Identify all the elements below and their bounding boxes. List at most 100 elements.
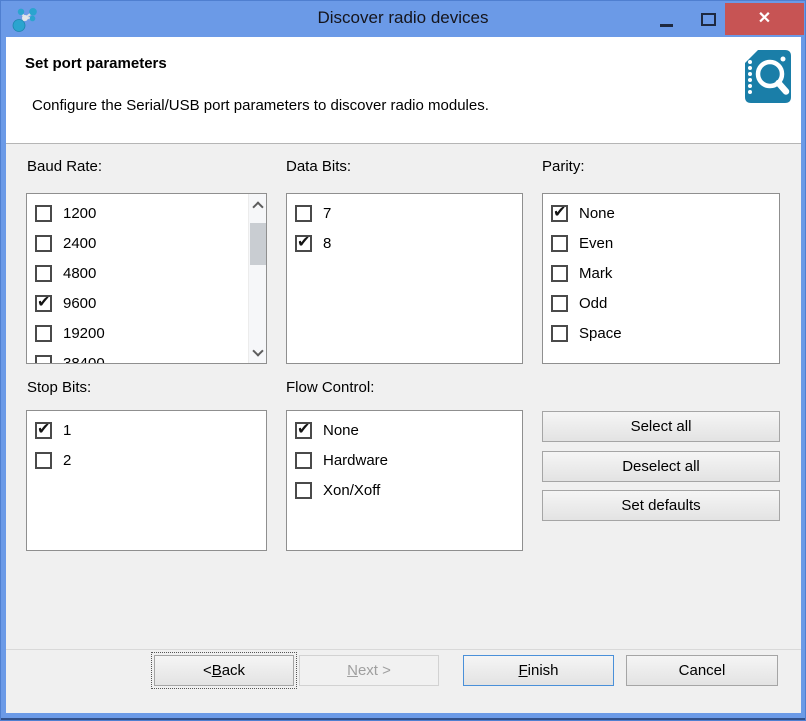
baud-rate-option-9600[interactable]: ✔ 9600 — [27, 288, 249, 318]
set-defaults-button[interactable]: Set defaults — [542, 490, 780, 521]
option-label: 2400 — [63, 235, 96, 252]
next-button[interactable]: Next > — [299, 655, 439, 686]
checkbox[interactable] — [551, 265, 568, 282]
option-label: 2 — [63, 452, 71, 469]
port-parameters-panel: Baud Rate: 1200 2400 4800 — [6, 144, 801, 649]
stop-bits-items: ✔ 1 2 — [27, 411, 266, 475]
checkbox[interactable]: ✔ — [35, 422, 52, 439]
page-title: Set port parameters — [25, 55, 167, 72]
discover-radio-devices-window: Discover radio devices ✕ Set port parame… — [0, 0, 806, 721]
checkbox[interactable] — [551, 295, 568, 312]
option-label: Mark — [579, 265, 612, 282]
baud-rate-option-2400[interactable]: 2400 — [27, 228, 249, 258]
option-label: 1 — [63, 422, 71, 439]
flow-control-option-none[interactable]: ✔ None — [287, 415, 522, 445]
flow-control-option-xonxoff[interactable]: Xon/Xoff — [287, 475, 522, 505]
checkbox[interactable] — [35, 205, 52, 222]
scroll-down-button[interactable] — [249, 344, 266, 361]
option-label: 1200 — [63, 205, 96, 222]
baud-rate-option-38400[interactable]: 38400 — [27, 348, 249, 364]
parity-option-odd[interactable]: Odd — [543, 288, 779, 318]
baud-rate-option-4800[interactable]: 4800 — [27, 258, 249, 288]
option-label: 8 — [323, 235, 331, 252]
checkbox[interactable] — [551, 325, 568, 342]
chevron-up-icon — [252, 201, 263, 212]
checkbox[interactable] — [295, 452, 312, 469]
parity-option-none[interactable]: ✔ None — [543, 198, 779, 228]
chevron-down-icon — [252, 345, 263, 356]
option-label: 38400 — [63, 355, 105, 365]
data-bits-label: Data Bits: — [286, 158, 351, 175]
parity-items: ✔ None Even Mark Odd — [543, 194, 779, 348]
button-label: ack — [222, 662, 245, 679]
select-all-button[interactable]: Select all — [542, 411, 780, 442]
minimize-button[interactable] — [649, 1, 683, 37]
finish-button[interactable]: Finish — [463, 655, 614, 686]
deselect-all-button[interactable]: Deselect all — [542, 451, 780, 482]
checkbox[interactable] — [35, 235, 52, 252]
stop-bits-listbox[interactable]: ✔ 1 2 — [26, 410, 267, 551]
option-label: 4800 — [63, 265, 96, 282]
option-label: None — [579, 205, 615, 222]
titlebar: Discover radio devices ✕ — [1, 1, 805, 37]
option-label: 7 — [323, 205, 331, 222]
option-label: 19200 — [63, 325, 105, 342]
data-bits-listbox[interactable]: 7 ✔ 8 — [286, 193, 523, 364]
minimize-icon — [660, 24, 673, 27]
baud-rate-listbox[interactable]: 1200 2400 4800 ✔ 9600 — [26, 193, 267, 364]
cancel-button[interactable]: Cancel — [626, 655, 778, 686]
flow-control-listbox[interactable]: ✔ None Hardware Xon/Xoff — [286, 410, 523, 551]
data-bits-items: 7 ✔ 8 — [287, 194, 522, 258]
button-mnemonic: B — [212, 662, 222, 679]
data-bits-option-7[interactable]: 7 — [287, 198, 522, 228]
checkbox[interactable] — [295, 482, 312, 499]
maximize-icon — [701, 13, 716, 26]
flow-control-label: Flow Control: — [286, 379, 374, 396]
flow-control-option-hardware[interactable]: Hardware — [287, 445, 522, 475]
option-label: Odd — [579, 295, 607, 312]
checkbox[interactable] — [295, 205, 312, 222]
baud-rate-label: Baud Rate: — [27, 158, 102, 175]
maximize-button[interactable] — [691, 1, 725, 37]
scrollbar[interactable] — [248, 194, 266, 363]
checkbox[interactable] — [35, 265, 52, 282]
checkbox[interactable]: ✔ — [295, 422, 312, 439]
wizard-button-bar: < Back Next > Finish Cancel — [6, 649, 801, 713]
scroll-up-button[interactable] — [249, 196, 266, 213]
option-label: None — [323, 422, 359, 439]
checkbox[interactable]: ✔ — [35, 295, 52, 312]
data-bits-option-8[interactable]: ✔ 8 — [287, 228, 522, 258]
parity-option-even[interactable]: Even — [543, 228, 779, 258]
window-title: Discover radio devices — [1, 8, 805, 28]
stop-bits-option-2[interactable]: 2 — [27, 445, 266, 475]
button-label: ext > — [358, 662, 391, 679]
baud-rate-option-1200[interactable]: 1200 — [27, 198, 249, 228]
parity-listbox[interactable]: ✔ None Even Mark Odd — [542, 193, 780, 364]
checkbox[interactable] — [35, 452, 52, 469]
back-button[interactable]: < Back — [154, 655, 294, 686]
baud-rate-items: 1200 2400 4800 ✔ 9600 — [27, 194, 249, 364]
checkbox[interactable] — [35, 325, 52, 342]
parity-option-space[interactable]: Space — [543, 318, 779, 348]
close-button[interactable]: ✕ — [725, 3, 804, 35]
wizard-header: Set port parameters Configure the Serial… — [6, 37, 801, 144]
scroll-thumb[interactable] — [250, 223, 266, 265]
stop-bits-label: Stop Bits: — [27, 379, 91, 396]
dialog-frame: Set port parameters Configure the Serial… — [6, 37, 801, 713]
option-label: Xon/Xoff — [323, 482, 380, 499]
option-label: 9600 — [63, 295, 96, 312]
baud-rate-option-19200[interactable]: 19200 — [27, 318, 249, 348]
close-icon: ✕ — [758, 11, 771, 27]
checkbox[interactable]: ✔ — [295, 235, 312, 252]
checkbox[interactable] — [35, 355, 52, 365]
discover-module-icon — [742, 48, 794, 111]
checkbox[interactable] — [551, 235, 568, 252]
button-label: < — [203, 662, 212, 679]
stop-bits-option-1[interactable]: ✔ 1 — [27, 415, 266, 445]
page-description: Configure the Serial/USB port parameters… — [32, 97, 489, 114]
checkbox[interactable]: ✔ — [551, 205, 568, 222]
option-label: Space — [579, 325, 622, 342]
button-mnemonic: N — [347, 662, 358, 679]
button-mnemonic: F — [518, 662, 527, 679]
parity-option-mark[interactable]: Mark — [543, 258, 779, 288]
